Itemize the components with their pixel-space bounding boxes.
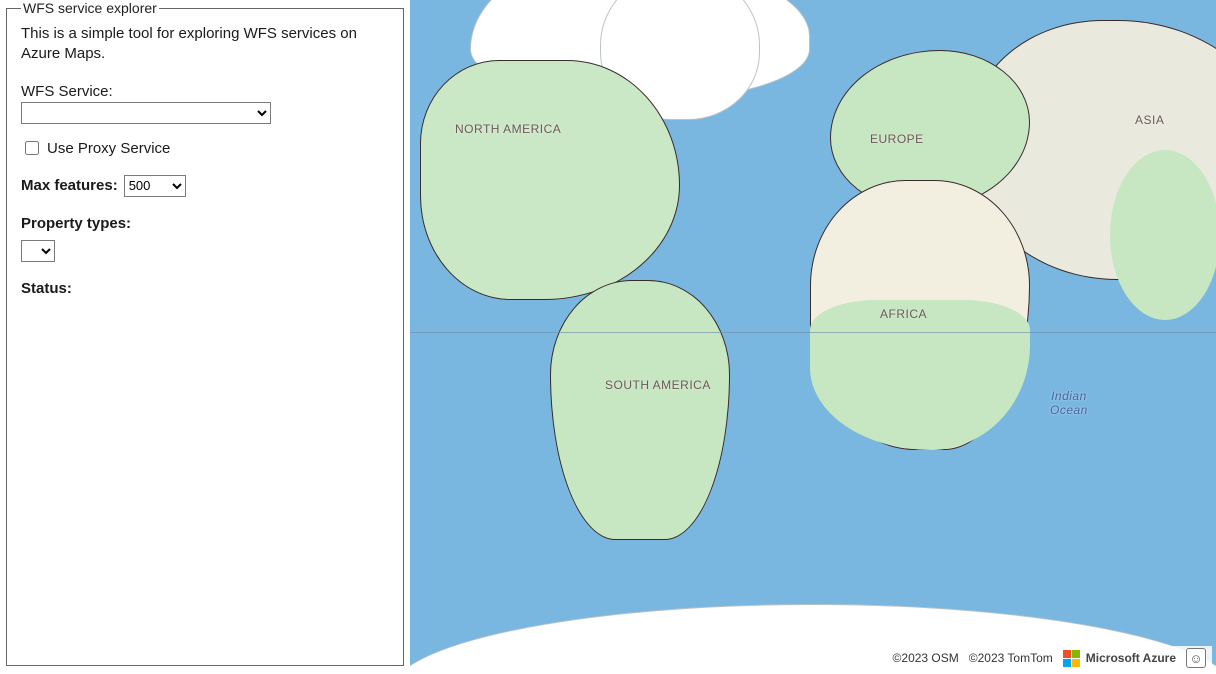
smiley-icon: ☺ [1189, 651, 1202, 666]
wfs-service-select[interactable] [21, 102, 271, 124]
landmass-south-america [550, 280, 730, 540]
map-label-north-america: NORTH AMERICA [455, 122, 561, 136]
microsoft-azure-logo: Microsoft Azure [1063, 650, 1176, 667]
max-features-label: Max features: [21, 177, 118, 194]
map-label-africa: AFRICA [880, 307, 927, 321]
map-label-asia: ASIA [1135, 113, 1164, 127]
wfs-service-label: WFS Service: [21, 83, 389, 100]
attribution-tomtom: ©2023 TomTom [969, 651, 1053, 665]
panel-description: This is a simple tool for exploring WFS … [21, 24, 389, 65]
wfs-explorer-fieldset: WFS service explorer This is a simple to… [6, 0, 404, 666]
landmass-africa-forest [810, 300, 1030, 450]
use-proxy-label: Use Proxy Service [47, 140, 170, 157]
property-types-label: Property types: [21, 215, 389, 232]
map-attribution: ©2023 OSM ©2023 TomTom Microsoft Azure ☺ [887, 646, 1212, 670]
max-features-select[interactable]: 500 [124, 175, 186, 197]
sidebar-panel: WFS service explorer This is a simple to… [6, 0, 404, 666]
attribution-osm: ©2023 OSM [893, 651, 959, 665]
panel-legend: WFS service explorer [21, 0, 159, 16]
map-label-indian-ocean: Indian Ocean [1050, 389, 1088, 418]
property-types-select[interactable] [21, 240, 55, 262]
map-canvas[interactable]: NORTH AMERICA SOUTH AMERICA EUROPE AFRIC… [410, 0, 1216, 674]
feedback-button[interactable]: ☺ [1186, 648, 1206, 668]
use-proxy-checkbox[interactable] [25, 141, 39, 155]
microsoft-logo-icon [1063, 650, 1080, 667]
brand-text: Microsoft Azure [1086, 651, 1176, 665]
landmass-asia-forest [1110, 150, 1216, 320]
status-label: Status: [21, 280, 72, 297]
landmass-north-america [420, 60, 680, 300]
map-label-south-america: SOUTH AMERICA [605, 378, 711, 392]
map-label-europe: EUROPE [870, 132, 924, 146]
equator-line [410, 332, 1216, 333]
